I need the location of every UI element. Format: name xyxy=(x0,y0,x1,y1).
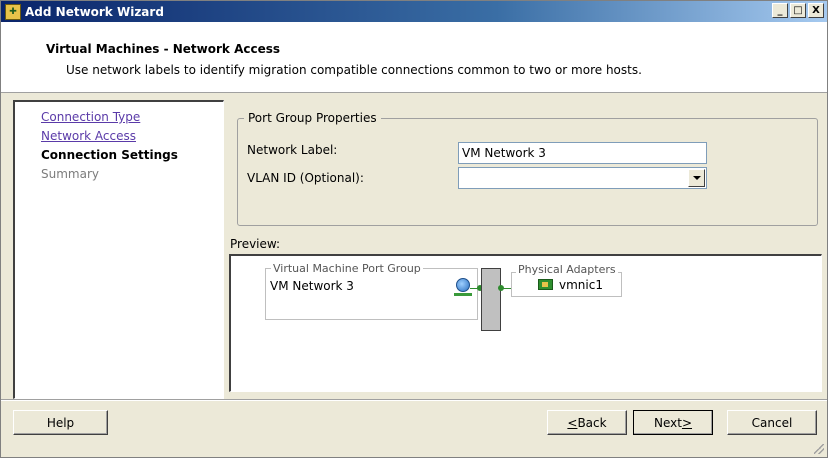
network-label-input[interactable] xyxy=(458,142,707,164)
resize-grip-icon[interactable] xyxy=(814,444,824,454)
vlan-id-combobox[interactable] xyxy=(458,167,707,189)
wizard-steps-nav: Connection Type Network Access Connectio… xyxy=(13,100,224,399)
switch-connector-dot xyxy=(498,285,504,291)
vm-port-group-title: Virtual Machine Port Group xyxy=(271,262,423,275)
footer-divider xyxy=(1,399,827,401)
back-mnemonic: < xyxy=(567,415,578,430)
wizard-icon: ✚ xyxy=(5,3,21,20)
preview-label: Preview: xyxy=(230,237,281,251)
vlan-id-caption: VLAN ID (Optional): xyxy=(247,171,364,185)
vlan-dropdown-button[interactable] xyxy=(688,169,705,187)
next-button[interactable]: Next > xyxy=(633,410,713,435)
nav-step-summary: Summary xyxy=(41,167,99,181)
physical-adapters-title: Physical Adapters xyxy=(516,263,618,276)
back-button[interactable]: < Back xyxy=(547,410,627,435)
port-group-properties-title: Port Group Properties xyxy=(244,111,381,125)
close-button[interactable]: X xyxy=(808,3,824,18)
virtual-switch xyxy=(481,268,501,331)
network-card-icon xyxy=(538,279,553,290)
virtual-machine-icon-base xyxy=(454,293,472,296)
title-bar[interactable]: ✚ Add Network Wizard _ □ X xyxy=(1,1,827,22)
next-label: Next xyxy=(653,415,682,430)
back-label: Back xyxy=(577,415,607,430)
chevron-down-icon xyxy=(692,176,701,180)
nav-step-network-access[interactable]: Network Access xyxy=(41,127,223,146)
virtual-machine-icon xyxy=(456,278,470,292)
adapter-name: vmnic1 xyxy=(559,278,603,292)
next-mnemonic: > xyxy=(681,415,693,430)
vm-network-name: VM Network 3 xyxy=(270,279,354,293)
vm-port-group-box xyxy=(265,268,478,320)
maximize-button[interactable]: □ xyxy=(790,3,806,18)
network-label-caption: Network Label: xyxy=(247,143,338,157)
page-title: Virtual Machines - Network Access xyxy=(46,42,281,56)
help-button[interactable]: Help xyxy=(13,410,108,435)
nav-step-connection-settings: Connection Settings xyxy=(41,148,178,162)
wizard-header: Virtual Machines - Network Access Use ne… xyxy=(1,22,827,93)
wizard-window: ✚ Add Network Wizard _ □ X Virtual Machi… xyxy=(0,0,828,458)
window-controls: _ □ X xyxy=(772,3,824,18)
window-title: Add Network Wizard xyxy=(25,4,164,19)
page-subtitle: Use network labels to identify migration… xyxy=(66,63,642,77)
cancel-button[interactable]: Cancel xyxy=(727,410,817,435)
minimize-button[interactable]: _ xyxy=(772,3,788,18)
nav-step-connection-type[interactable]: Connection Type xyxy=(41,108,223,127)
